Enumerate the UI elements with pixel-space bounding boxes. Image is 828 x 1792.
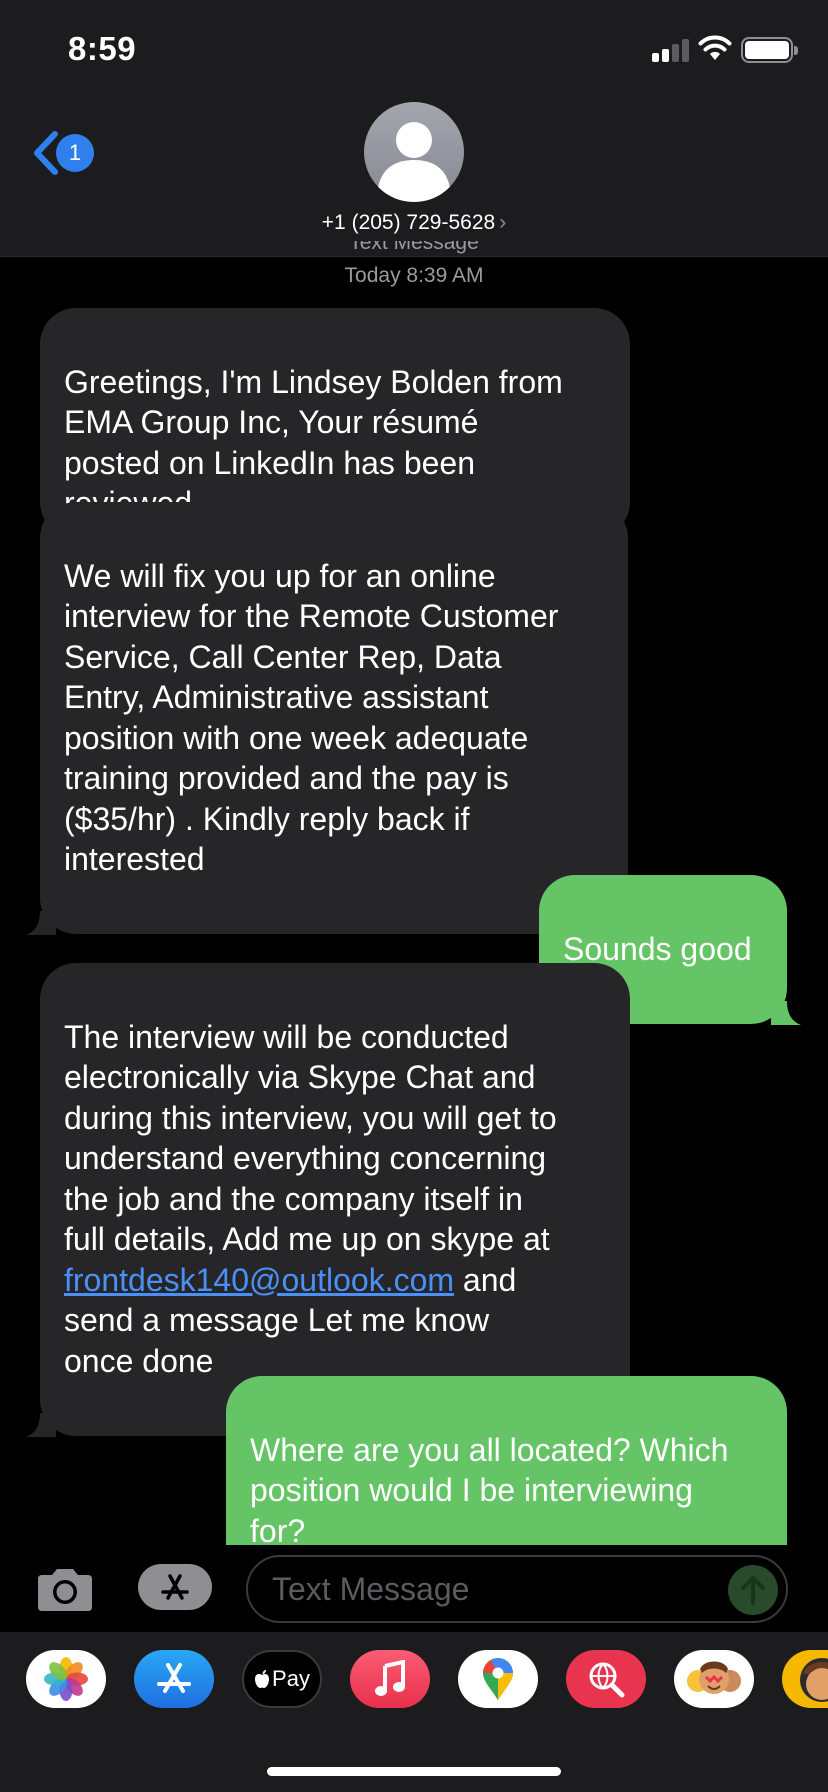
bubble-tail	[26, 1412, 56, 1437]
battery-icon	[741, 37, 798, 63]
apps-button[interactable]	[138, 1564, 212, 1610]
email-link[interactable]: frontdesk140@outlook.com	[64, 1262, 454, 1298]
status-bar: 8:59	[0, 0, 828, 95]
apple-pay-label: Pay	[272, 1666, 310, 1691]
contact-name: +1 (205) 729-5628	[321, 211, 496, 234]
emoji-faces-icon	[687, 1661, 741, 1694]
wifi-icon	[698, 34, 732, 67]
incoming-message[interactable]: We will fix you up for an online intervi…	[26, 502, 628, 935]
google-maps-app-icon[interactable]	[458, 1650, 538, 1708]
memoji-app-icon[interactable]	[782, 1650, 828, 1708]
status-time: 8:59	[68, 30, 137, 67]
unread-count-badge: 1	[56, 134, 94, 172]
message-timestamp: Today 8:39 AM	[344, 264, 484, 287]
message-composer	[0, 1545, 828, 1630]
incoming-message[interactable]: The interview will be conducted electron…	[26, 963, 630, 1437]
message-text: Where are you all located? Which positio…	[250, 1431, 729, 1549]
bubble-tail	[771, 1000, 801, 1025]
camera-icon	[38, 1569, 92, 1611]
contact-name-button[interactable]: +1 (205) 729-5628 ›	[0, 211, 828, 235]
chevron-right-icon: ›	[499, 211, 507, 234]
app-store-app-icon[interactable]	[134, 1650, 214, 1708]
message-input[interactable]	[272, 1567, 712, 1611]
message-text: Greetings, I'm Lindsey Bolden from EMA G…	[64, 363, 563, 522]
message-text: We will fix you up for an online intervi…	[64, 557, 559, 878]
contact-avatar[interactable]	[364, 102, 464, 202]
arrow-up-icon	[741, 1576, 765, 1605]
memoji-stickers-app-icon[interactable]	[674, 1650, 754, 1708]
bubble-tail	[26, 911, 56, 935]
apple-logo-icon	[255, 1670, 270, 1688]
conversation-header: 1 +1 (205) 729-5628 ›	[0, 95, 828, 257]
globe-search-icon	[589, 1662, 625, 1698]
camera-button[interactable]	[34, 1567, 96, 1618]
web-search-app-icon[interactable]	[566, 1650, 646, 1708]
home-indicator[interactable]	[267, 1767, 561, 1776]
message-input-field[interactable]	[246, 1555, 788, 1623]
memoji-face-icon	[800, 1658, 828, 1702]
back-button[interactable]: 1	[30, 130, 94, 176]
app-drawer: Pay	[0, 1632, 828, 1792]
message-text: The interview will be conducted electron…	[64, 1018, 557, 1258]
app-store-icon	[161, 1574, 189, 1600]
photos-app-icon[interactable]	[26, 1650, 106, 1708]
map-pin-icon	[483, 1658, 513, 1700]
music-app-icon[interactable]	[350, 1650, 430, 1708]
message-text: Sounds good	[563, 930, 752, 967]
send-button[interactable]	[728, 1565, 778, 1615]
service-label: Text Message	[349, 241, 479, 254]
person-silhouette-icon	[378, 122, 450, 202]
apple-pay-app-icon[interactable]: Pay	[242, 1650, 322, 1708]
cellular-signal-icon	[652, 38, 690, 62]
